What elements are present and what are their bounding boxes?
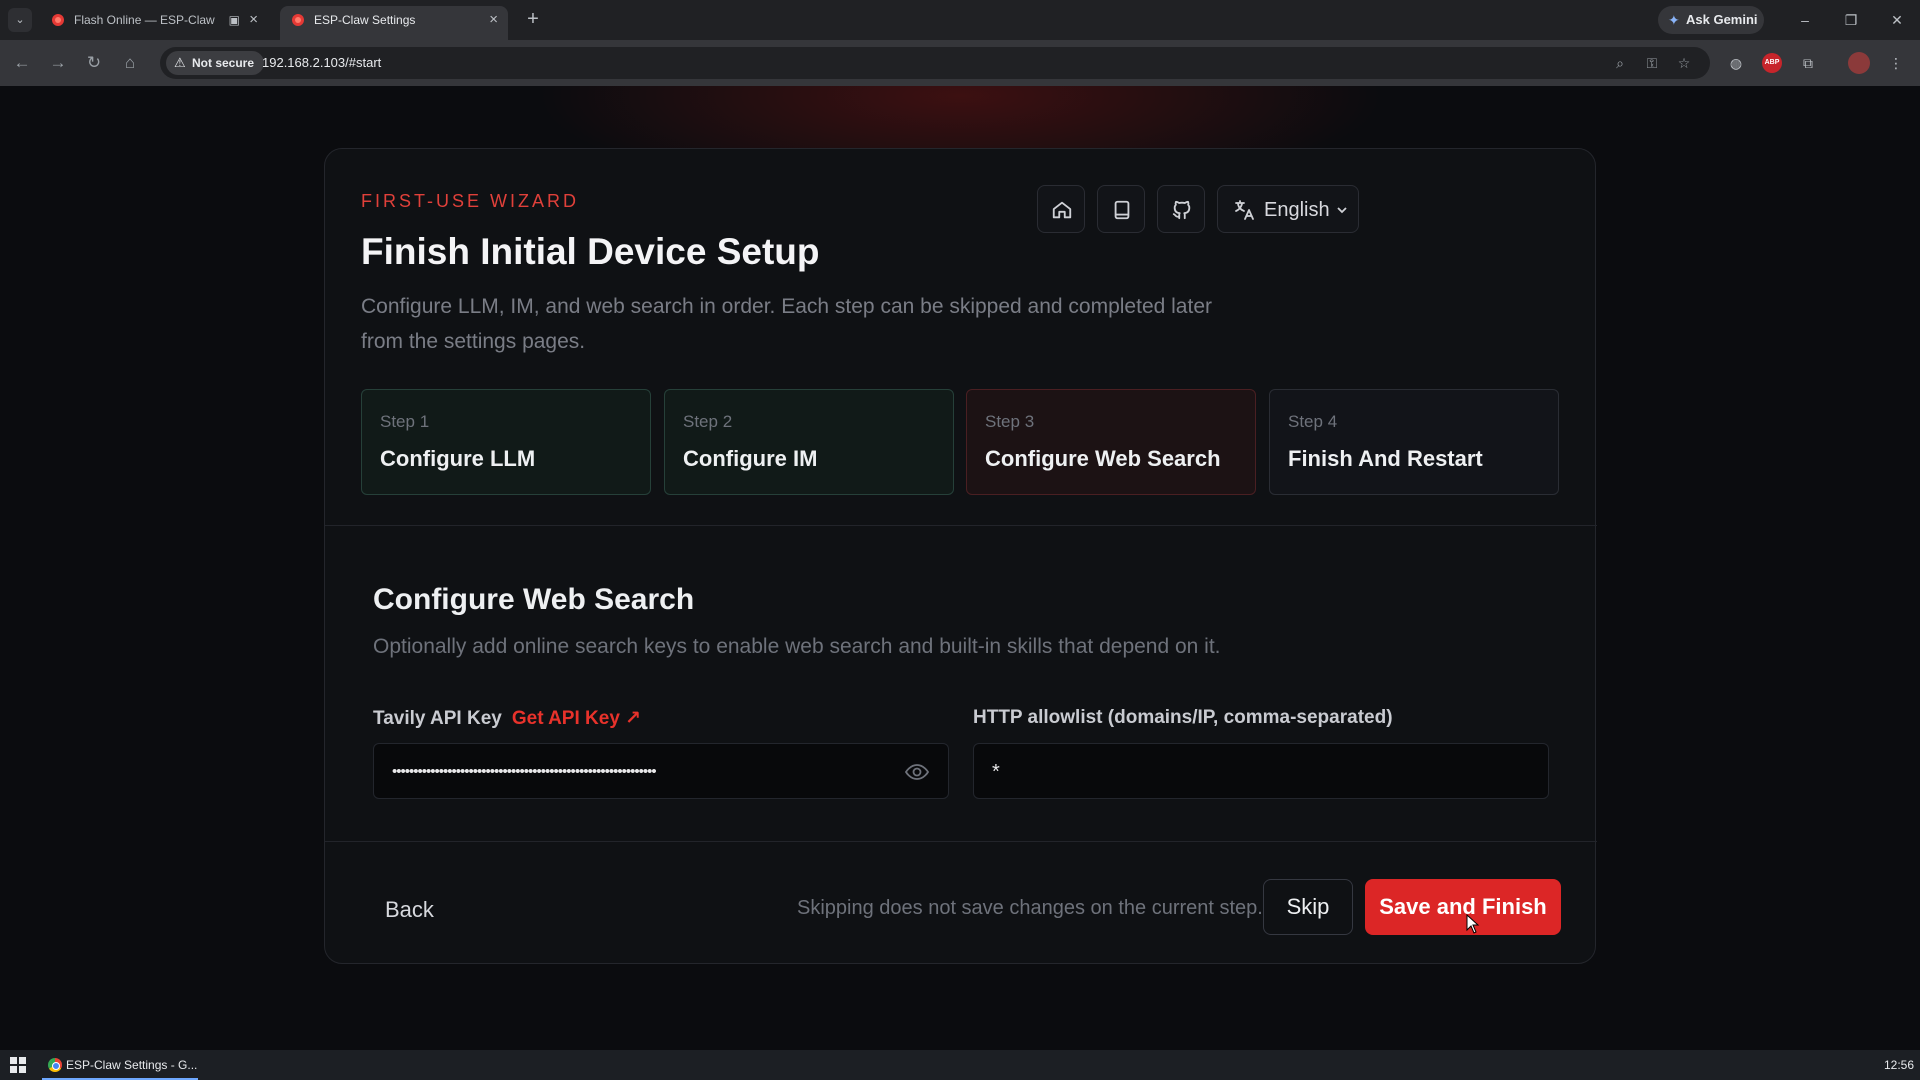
security-chip[interactable]: ⚠ Not secure — [166, 51, 265, 75]
mouse-cursor-icon — [1466, 914, 1480, 934]
step-finish-and-restart[interactable]: Step 4 Finish And Restart — [1269, 389, 1559, 495]
step-title: Configure IM — [683, 446, 818, 471]
tab-esp-claw-settings[interactable]: ESP-Claw Settings × — [280, 6, 508, 40]
restore-icon[interactable]: ❐ — [1836, 8, 1866, 32]
home-button[interactable] — [1037, 185, 1085, 233]
security-label: Not secure — [192, 56, 255, 70]
back-arrow-icon[interactable]: ← — [10, 51, 34, 75]
divider — [325, 525, 1597, 526]
back-button[interactable]: Back — [385, 897, 434, 923]
reload-icon[interactable]: ↻ — [82, 51, 106, 75]
window-close-icon[interactable]: ✕ — [1882, 8, 1912, 32]
chevron-down-icon — [1337, 207, 1347, 214]
adblock-plus-icon[interactable]: ABP — [1762, 53, 1782, 73]
taskbar-app-label: ESP-Claw Settings - G... — [66, 1058, 198, 1072]
step-title: Configure LLM — [380, 446, 536, 471]
password-key-icon[interactable]: ⚿ — [1640, 51, 1664, 75]
wizard-card: FIRST-USE WIZARD Finish Initial Device S… — [324, 148, 1597, 964]
page-viewport: FIRST-USE WIZARD Finish Initial Device S… — [0, 86, 1920, 1050]
step-title: Finish And Restart — [1288, 446, 1483, 471]
minimize-icon[interactable]: – — [1790, 8, 1820, 32]
close-icon[interactable]: × — [249, 6, 258, 34]
step-title: Configure Web Search — [985, 446, 1221, 471]
extensions-puzzle-icon[interactable]: ⧉ — [1796, 51, 1820, 75]
home-icon[interactable]: ⌂ — [118, 51, 142, 75]
step-configure-web-search[interactable]: Step 3 Configure Web Search — [966, 389, 1256, 495]
tavily-api-key-label: Tavily API Key Get API Key ↗ — [373, 707, 641, 730]
bookmark-star-icon[interactable]: ☆ — [1672, 51, 1696, 75]
get-api-key-link[interactable]: Get API Key ↗ — [512, 708, 641, 729]
new-tab-icon[interactable]: + — [520, 6, 546, 32]
tab-title: ESP-Claw Settings — [314, 13, 416, 27]
tab-media-icon: ▣ — [228, 13, 240, 27]
step-number: Step 4 — [1288, 412, 1338, 431]
skip-note: Skipping does not save changes on the cu… — [797, 897, 1263, 919]
tavily-label-text: Tavily API Key — [373, 708, 502, 729]
translate-icon — [1235, 200, 1254, 220]
wizard-steps: Step 1 Configure LLM Step 2 Configure IM… — [361, 389, 1561, 495]
section-subtitle: Optionally add online search keys to ena… — [373, 635, 1221, 658]
forward-arrow-icon[interactable]: → — [46, 51, 70, 75]
language-label: English — [1264, 199, 1330, 221]
profile-avatar[interactable] — [1848, 52, 1870, 74]
save-and-finish-button[interactable]: Save and Finish — [1365, 879, 1561, 935]
http-allowlist-input[interactable]: * — [973, 743, 1549, 799]
taskbar-chrome-app[interactable]: ESP-Claw Settings - G... — [42, 1050, 198, 1080]
step-number: Step 2 — [683, 412, 733, 431]
browser-toolbar: ← → ↻ ⌂ ⚠ Not secure 192.168.2.103/#star… — [0, 40, 1920, 86]
windows-start-icon[interactable] — [10, 1057, 26, 1073]
address-bar[interactable]: ⚠ Not secure 192.168.2.103/#start ⌕ ⚿ ☆ — [160, 47, 1710, 79]
tab-flash-online[interactable]: Flash Online — ESP-Claw ▣ × — [40, 6, 268, 40]
tab-title: Flash Online — ESP-Claw — [74, 13, 215, 27]
tab-search-icon[interactable]: ⌄ — [8, 8, 32, 32]
zoom-icon[interactable]: ⌕ — [1608, 51, 1632, 75]
home-icon — [1052, 201, 1072, 219]
section-title: Configure Web Search — [373, 583, 695, 616]
http-allowlist-label: HTTP allowlist (domains/IP, comma-separa… — [973, 707, 1393, 728]
url-text[interactable]: 192.168.2.103/#start — [262, 47, 381, 79]
chrome-icon — [48, 1058, 62, 1072]
eye-icon[interactable] — [904, 761, 930, 783]
tavily-api-key-input[interactable]: ••••••••••••••••••••••••••••••••••••••••… — [373, 743, 949, 799]
ask-gemini-button[interactable]: ✦ Ask Gemini — [1658, 6, 1764, 34]
wizard-eyebrow: FIRST-USE WIZARD — [361, 191, 579, 211]
github-button[interactable] — [1157, 185, 1205, 233]
os-taskbar: ESP-Claw Settings - G... 12:56 — [0, 1050, 1920, 1080]
warning-icon: ⚠ — [174, 55, 186, 70]
esp-claw-favicon-icon — [52, 14, 64, 26]
more-menu-icon[interactable]: ⋮ — [1884, 51, 1908, 75]
docs-button[interactable] — [1097, 185, 1145, 233]
skip-button[interactable]: Skip — [1263, 879, 1353, 935]
step-number: Step 3 — [985, 412, 1035, 431]
page-title: Finish Initial Device Setup — [361, 231, 820, 272]
http-allowlist-value: * — [992, 761, 1000, 783]
divider — [325, 841, 1597, 842]
step-configure-llm[interactable]: Step 1 Configure LLM — [361, 389, 651, 495]
esp-claw-favicon-icon — [292, 14, 304, 26]
close-icon[interactable]: × — [489, 6, 498, 34]
browser-tabbar: ⌄ Flash Online — ESP-Claw ▣ × ESP-Claw S… — [0, 0, 1920, 40]
gemini-sparkle-icon: ✦ — [1668, 12, 1680, 28]
step-configure-im[interactable]: Step 2 Configure IM — [664, 389, 954, 495]
page-subtitle: Configure LLM, IM, and web search in ord… — [361, 295, 1212, 353]
language-select[interactable]: English — [1217, 185, 1359, 233]
tavily-api-key-value: ••••••••••••••••••••••••••••••••••••••••… — [392, 763, 657, 780]
github-icon — [1172, 200, 1191, 220]
step-number: Step 1 — [380, 412, 430, 431]
ask-gemini-label: Ask Gemini — [1686, 12, 1758, 27]
extension-globe-icon[interactable]: ◍ — [1724, 51, 1748, 75]
taskbar-clock: 12:56 — [1883, 1058, 1914, 1072]
book-icon — [1114, 200, 1130, 220]
